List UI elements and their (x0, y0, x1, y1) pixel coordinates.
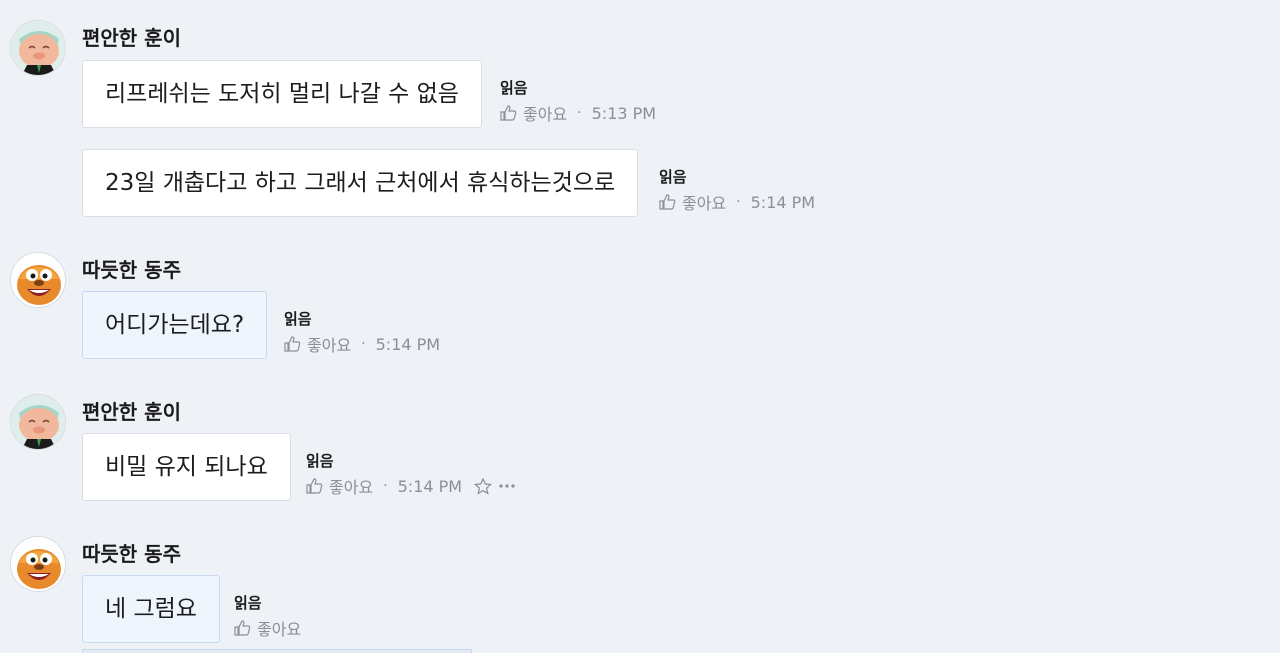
message-meta: 읽음 좋아요 · 5:14 PM (659, 166, 815, 214)
next-message-bubble[interactable] (82, 649, 472, 653)
thumbs-up-icon[interactable] (500, 105, 517, 121)
sender-name: 따듯한 동주 (82, 542, 181, 566)
avatar-dongju[interactable] (10, 252, 66, 308)
thumbs-up-icon[interactable] (306, 478, 323, 494)
avatar-dongju[interactable] (10, 536, 66, 592)
thumbs-up-icon[interactable] (234, 620, 251, 636)
message-meta: 읽음 좋아요 (234, 592, 301, 640)
separator-dot: · (383, 478, 388, 494)
read-receipt: 읽음 (234, 594, 262, 612)
message-bubble[interactable]: 리프레쉬는 도저히 멀리 나갈 수 없음 (82, 60, 482, 128)
thumbs-up-icon[interactable] (659, 194, 676, 210)
sender-name: 편안한 훈이 (82, 26, 181, 50)
message-meta: 읽음 좋아요 · 5:13 PM (500, 77, 656, 125)
separator-dot: · (736, 194, 741, 210)
meta-actions: 좋아요 · 5:14 PM (284, 332, 440, 356)
message-meta: 읽음 좋아요 · 5:14 PM (284, 308, 440, 356)
sender-name: 편안한 훈이 (82, 400, 181, 424)
message-time: 5:14 PM (375, 334, 441, 354)
like-label[interactable]: 좋아요 (307, 332, 351, 356)
message-meta: 읽음 좋아요 · 5:14 PM (306, 450, 516, 498)
read-receipt: 읽음 (659, 168, 687, 186)
avatar-hoon[interactable] (10, 394, 66, 450)
sender-name: 따듯한 동주 (82, 258, 181, 282)
meta-actions: 좋아요 · 5:13 PM (500, 101, 656, 125)
message-time: 5:14 PM (750, 192, 816, 212)
avatar-hoon[interactable] (10, 20, 66, 76)
read-receipt: 읽음 (284, 310, 312, 328)
message-bubble[interactable]: 네 그럼요 (82, 575, 220, 643)
like-label[interactable]: 좋아요 (257, 616, 301, 640)
separator-dot: · (361, 336, 366, 352)
meta-actions: 좋아요 · 5:14 PM (306, 474, 516, 498)
separator-dot: · (577, 105, 582, 121)
like-label[interactable]: 좋아요 (329, 474, 373, 498)
read-receipt: 읽음 (500, 79, 528, 97)
thumbs-up-icon[interactable] (284, 336, 301, 352)
message-time: 5:14 PM (397, 476, 463, 496)
meta-actions: 좋아요 · 5:14 PM (659, 190, 815, 214)
meta-actions: 좋아요 (234, 616, 301, 640)
message-bubble[interactable]: 어디가는데요? (82, 291, 268, 359)
more-icon[interactable] (498, 483, 516, 489)
message-bubble[interactable]: 비밀 유지 되나요 (82, 433, 291, 501)
message-bubble[interactable]: 23일 개춥다고 하고 그래서 근처에서 휴식하는것으로 (82, 149, 639, 217)
star-icon[interactable] (474, 477, 493, 495)
message-time: 5:13 PM (591, 103, 657, 123)
read-receipt: 읽음 (306, 452, 334, 470)
like-label[interactable]: 좋아요 (682, 190, 726, 214)
like-label[interactable]: 좋아요 (523, 101, 567, 125)
